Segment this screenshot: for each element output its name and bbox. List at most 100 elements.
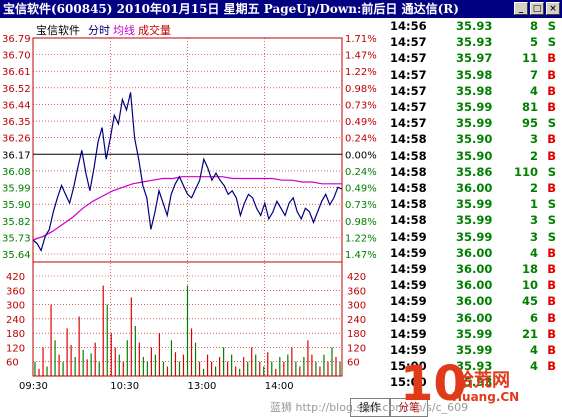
tick-volume: 1 [529,197,538,212]
price-tick-label: 36.35 [2,117,31,128]
tick-price: 35.97 [456,51,493,66]
tick-time: 14:58 [390,132,427,147]
tick-direction: S [547,197,556,212]
tick-volume: 81 [521,100,538,114]
tick-price: 35.90 [456,132,493,147]
tick-price: 35.86 [456,164,493,179]
logo-url: Huang.CN [452,390,520,404]
tick-time: 14:59 [390,229,427,244]
pct-tick-label: 0.98% [345,217,377,228]
tick-time: 14:59 [390,245,427,260]
tick-direction: B [547,326,556,341]
tick-direction: B [547,83,556,98]
volume-tick-label-right: 420 [347,272,366,283]
tick-row: 14:59 36.00 6 B [390,310,562,326]
pct-tick-label: 0.49% [345,184,377,195]
tick-time: 14:59 [390,262,427,276]
tick-volume: 45 [521,294,538,309]
price-tick-label: 35.73 [2,233,31,244]
tick-row: 14:57 35.93 5 S [390,34,562,50]
tick-direction: B [547,148,556,163]
price-tick-label: 36.44 [2,100,31,111]
tick-volume: 4 [529,343,538,357]
maximize-button[interactable]: □ [530,2,544,15]
tick-direction: B [547,132,556,147]
volume-axis-labels-right: 420 360 300 240 180 120 60 [347,272,366,369]
tick-volume: 3 [529,213,538,228]
tick-row: 14:56 35.93 8 S [390,18,562,34]
tick-volume: 4 [529,245,538,260]
volume-tick-label-right: 120 [347,343,366,354]
volume-tick-label-right: 240 [347,315,366,326]
tick-direction: S [547,35,556,50]
legend-stock-name: 宝信软件 [36,23,80,37]
tick-row: 14:57 35.99 95 S [390,115,562,131]
tick-time: 14:57 [390,83,427,98]
tick-price: 35.99 [456,213,493,228]
volume-tick-label: 360 [6,286,25,297]
legend-junxian: 均线 [113,23,135,37]
pct-tick-label: 1.47% [345,250,377,261]
tick-price: 36.00 [456,310,493,325]
volume-tick-label: 300 [6,301,25,312]
tick-direction: S [547,116,556,131]
tick-volume: 95 [521,116,538,131]
volume-tick-label-right: 360 [347,286,366,297]
intraday-chart[interactable]: 36.79 36.70 36.61 36.52 36.44 36.35 36.26 36.17… [0,18,390,398]
price-tick-label: 36.26 [2,134,31,145]
pct-tick-label: 0.24% [345,134,377,145]
volume-tick-label: 240 [6,315,25,326]
tick-row: 14:59 36.00 18 B [390,261,562,277]
tick-time: 14:58 [390,197,427,212]
tick-time: 14:57 [390,51,427,66]
pct-tick-label: 0.73% [345,100,377,111]
tick-price: 36.00 [456,294,493,309]
site-logo: 10 拾荒网 Huang.CN [400,356,560,414]
price-tick-label: 36.17 [2,150,31,161]
tick-volume: 4 [529,83,538,98]
price-tick-label: 35.82 [2,217,31,228]
tick-price: 35.93 [456,19,493,33]
tick-row: 14:59 36.00 4 B [390,245,562,261]
pct-tick-label: 1.22% [345,233,377,244]
volume-tick-label-right: 60 [347,358,360,369]
price-tick-label: 36.08 [2,167,31,178]
tick-row: 14:58 35.99 1 S [390,196,562,212]
tick-price: 35.99 [456,100,493,114]
tick-row: 14:57 35.99 81 B [390,99,562,115]
tick-row: 14:58 35.86 110 S [390,164,562,180]
tick-direction: B [547,310,556,325]
volume-tick-label: 120 [6,343,25,354]
tick-direction: B [547,294,556,309]
window-title: 宝信软件(600845) 2010年01月15日 星期五 PageUp/Down… [3,2,459,16]
tick-price: 35.99 [456,229,493,244]
tick-row: 14:59 35.99 3 S [390,229,562,245]
price-tick-label: 36.79 [2,34,31,45]
price-tick-label: 35.90 [2,200,31,211]
tick-time: 14:59 [390,310,427,325]
tick-time: 14:58 [390,148,427,163]
tick-price: 36.00 [456,181,493,195]
logo-site: 拾荒网 [456,370,510,391]
tick-price: 35.90 [456,148,493,163]
pct-tick-label: 0.49% [345,117,377,128]
volume-tick-label-right: 300 [347,301,366,312]
pct-tick-label: 0.00% [345,150,377,161]
legend-fenshi: 分时 [88,24,110,37]
pct-tick-label: 0.24% [345,167,377,178]
pct-tick-label: 1.71% [345,34,377,45]
close-button[interactable]: × [546,2,560,15]
tick-volume: 11 [521,51,538,66]
tick-list[interactable]: 14:56 35.93 8 S 14:57 35.93 5 S 14:57 35.97 11 B 14:… [390,18,562,398]
tick-time: 14:57 [390,100,427,114]
tick-price: 35.93 [456,35,493,50]
tick-row: 14:57 35.97 11 B [390,50,562,66]
tick-volume: 5 [529,35,538,50]
tick-volume: 3 [529,132,538,147]
tick-price: 36.00 [456,278,493,293]
tick-price: 36.00 [456,245,493,260]
tick-time: 14:59 [390,294,427,309]
tick-volume: 10 [521,278,538,293]
minimize-button[interactable]: _ [514,2,528,15]
tick-direction: B [547,262,556,276]
